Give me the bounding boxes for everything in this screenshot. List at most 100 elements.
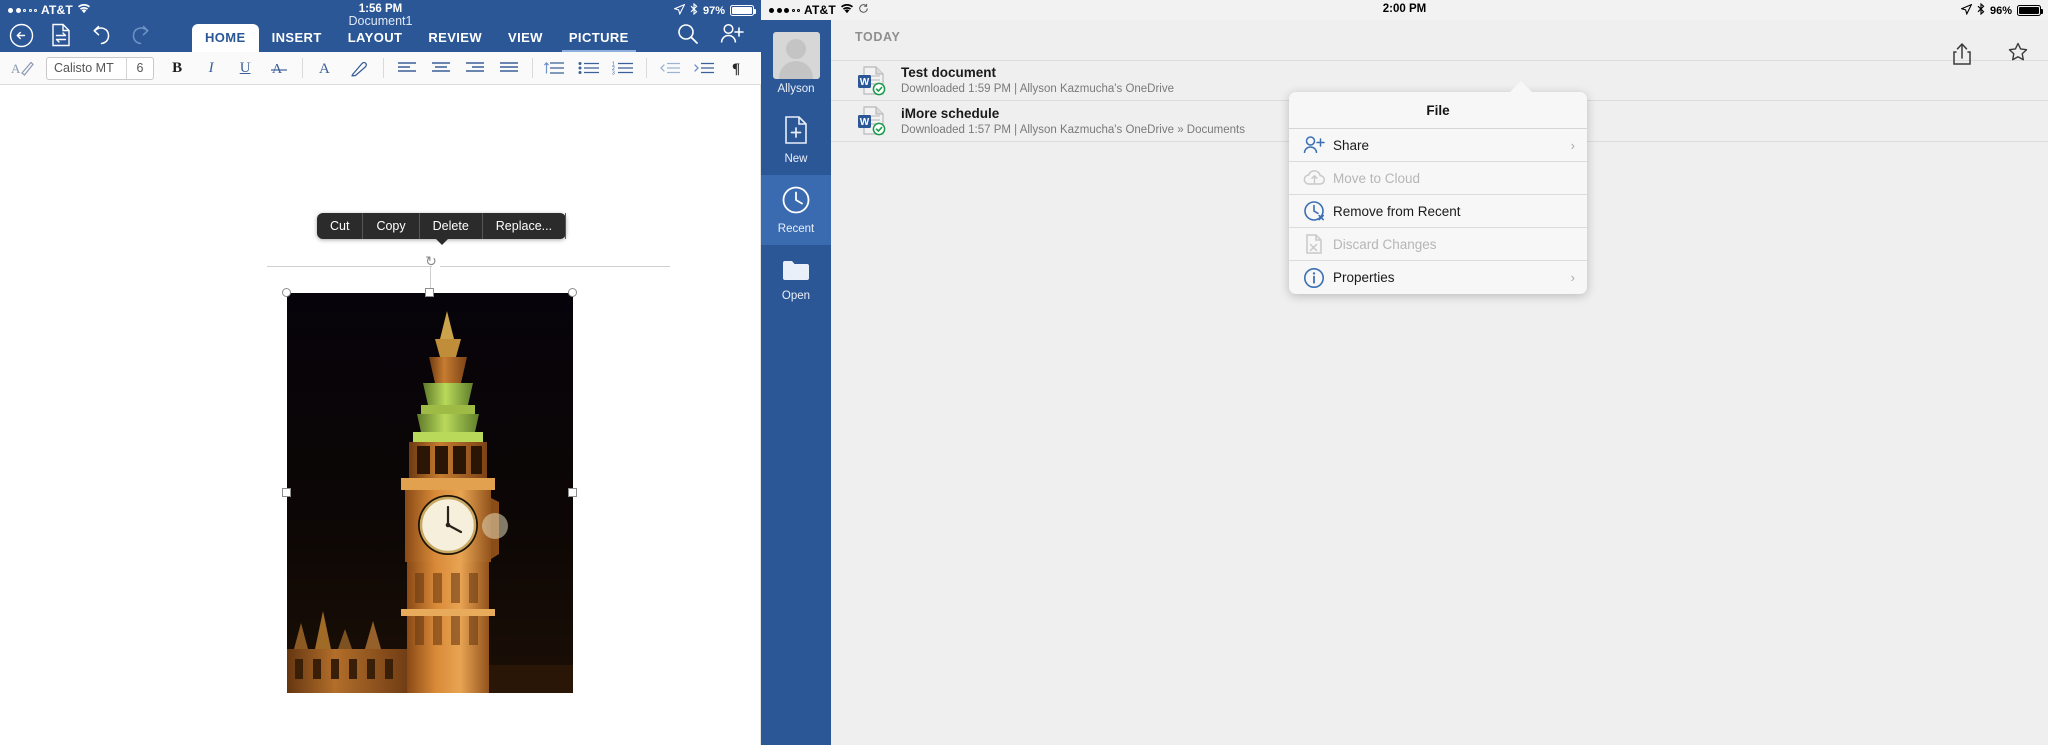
back-icon[interactable] (8, 22, 34, 48)
redo-icon[interactable] (128, 22, 154, 48)
context-menu-arrow (434, 238, 449, 245)
file-browser-topbar: TODAY (831, 20, 2048, 65)
toolbar-divider-1 (302, 58, 303, 78)
numbered-list-icon[interactable]: 123 (606, 54, 640, 82)
person-share-icon (1303, 135, 1329, 155)
tab-view[interactable]: VIEW (495, 24, 556, 52)
file-popover-menu: File Share › Move to Cloud Remove from R… (1289, 81, 1587, 294)
location-arrow-icon (1959, 3, 1972, 18)
popover-item-properties[interactable]: Properties › (1289, 261, 1587, 294)
avatar[interactable] (772, 32, 820, 79)
font-size-value[interactable]: 6 (127, 58, 153, 79)
sidebar-item-open[interactable]: Open (761, 245, 831, 315)
popover-item-move-to-cloud[interactable]: Move to Cloud (1289, 162, 1587, 195)
font-name-value[interactable]: Calisto MT (47, 58, 126, 79)
word-document-icon: W (857, 65, 887, 97)
popover-item-remove-from-recent[interactable]: Remove from Recent (1289, 195, 1587, 228)
sidebar-item-open-label: Open (781, 290, 811, 302)
selected-image-frame[interactable] (282, 288, 577, 693)
file-subtitle: Downloaded 1:59 PM | Allyson Kazmucha's … (901, 83, 1175, 95)
file-name: Test document (901, 65, 997, 80)
highlighter-icon[interactable] (343, 54, 377, 82)
formatting-toolbar: A Calisto MT 6 B I U A A 1 2 3 ¶ (0, 52, 761, 85)
word-document-icon: W (857, 105, 887, 137)
line-spacing-icon[interactable] (538, 54, 572, 82)
popover-item-discard-changes[interactable]: Discard Changes (1289, 228, 1587, 261)
file-browser-main: TODAY W Test document Downloaded 1:59 PM… (831, 20, 2048, 745)
add-person-icon[interactable] (719, 21, 745, 47)
toolbar-divider-2 (382, 58, 384, 78)
ios-status-bar-right: AT&T 2:00 PM 96% (761, 0, 2048, 20)
bullet-list-icon[interactable] (572, 54, 606, 82)
toolbar-divider-3 (531, 58, 533, 78)
undo-icon[interactable] (88, 22, 114, 48)
chevron-right-icon: › (1570, 270, 1575, 285)
header-actions (675, 21, 761, 52)
tab-picture[interactable]: PICTURE (556, 24, 642, 52)
tab-layout[interactable]: LAYOUT (335, 24, 416, 52)
align-left-icon[interactable] (390, 54, 424, 82)
align-justify-icon[interactable] (492, 54, 526, 82)
share-icon[interactable] (1952, 42, 1972, 71)
svg-text:3: 3 (612, 71, 615, 76)
underline-button[interactable]: U (228, 54, 262, 82)
resize-handle-top-left[interactable] (282, 288, 291, 297)
selection-guide-left (267, 266, 432, 267)
ribbon-bar: HOME INSERT LAYOUT REVIEW VIEW PICTURE (0, 20, 761, 52)
tab-review[interactable]: REVIEW (415, 24, 495, 52)
popover-title: File (1289, 92, 1587, 129)
document-canvas[interactable]: Cut Copy Delete Replace... ↻ (0, 85, 761, 745)
font-selector[interactable]: Calisto MT 6 (46, 56, 155, 80)
nav-icon-group (0, 22, 154, 52)
resize-handle-middle-left[interactable] (282, 488, 291, 497)
outdent-icon[interactable] (653, 54, 687, 82)
svg-text:A: A (319, 61, 330, 77)
new-document-icon (782, 115, 810, 150)
discard-icon (1303, 233, 1329, 255)
format-painter-icon[interactable]: A (6, 54, 40, 82)
file-name: iMore schedule (901, 105, 1000, 121)
pin-icon[interactable] (2008, 42, 2028, 71)
popover-item-remove-from-recent-label: Remove from Recent (1333, 203, 1461, 219)
file-icon[interactable] (48, 22, 74, 48)
italic-button[interactable]: I (194, 54, 228, 82)
svg-text:A: A (11, 61, 21, 76)
resize-handle-top-right[interactable] (568, 288, 577, 297)
font-color-button[interactable]: A (309, 54, 343, 82)
tab-home[interactable]: HOME (192, 24, 259, 52)
section-header-today: TODAY (855, 30, 901, 44)
svg-text:W: W (860, 117, 870, 128)
cloud-upload-icon (1303, 169, 1329, 187)
align-center-icon[interactable] (424, 54, 458, 82)
tab-insert[interactable]: INSERT (259, 24, 335, 52)
context-menu-replace[interactable]: Replace... (483, 213, 567, 239)
file-subtitle: Downloaded 1:57 PM | Allyson Kazmucha's … (901, 123, 1245, 136)
big-ben-photo[interactable] (287, 293, 573, 693)
sidebar-item-new-label: New (784, 153, 808, 165)
toolbar-divider-4 (646, 58, 647, 78)
selection-context-menu: Cut Copy Delete Replace... (317, 213, 567, 245)
context-menu-copy[interactable]: Copy (363, 213, 420, 239)
popover-item-share[interactable]: Share › (1289, 129, 1587, 162)
svg-text:¶: ¶ (732, 61, 740, 76)
sidebar-item-recent[interactable]: Recent (761, 175, 831, 245)
pilcrow-icon[interactable]: ¶ (721, 54, 755, 82)
sidebar-item-new[interactable]: New (761, 105, 831, 175)
account-block[interactable]: Allyson (772, 28, 820, 105)
search-icon[interactable] (675, 21, 701, 47)
bold-button[interactable]: B (160, 54, 194, 82)
account-name: Allyson (777, 83, 815, 95)
word-app-chrome: AT&T 1:56 PM 97% Document1 HOME INSERT L… (0, 0, 761, 52)
strikethrough-button[interactable]: A (262, 54, 296, 82)
indent-icon[interactable] (687, 54, 721, 82)
file-browser-body: Allyson New Recent Open TODAY W Test doc… (761, 20, 2048, 745)
selection-guide-right (440, 266, 670, 267)
ribbon-tabs: HOME INSERT LAYOUT REVIEW VIEW PICTURE (192, 24, 642, 52)
context-menu-cut[interactable]: Cut (317, 213, 364, 239)
status-right-group-right: 96% (1959, 2, 2043, 18)
resize-handle-middle-right[interactable] (568, 488, 577, 497)
resize-handle-top-center[interactable] (425, 288, 434, 297)
align-right-icon[interactable] (458, 54, 492, 82)
clock-remove-icon (1303, 200, 1329, 222)
context-menu-delete[interactable]: Delete (420, 213, 483, 239)
